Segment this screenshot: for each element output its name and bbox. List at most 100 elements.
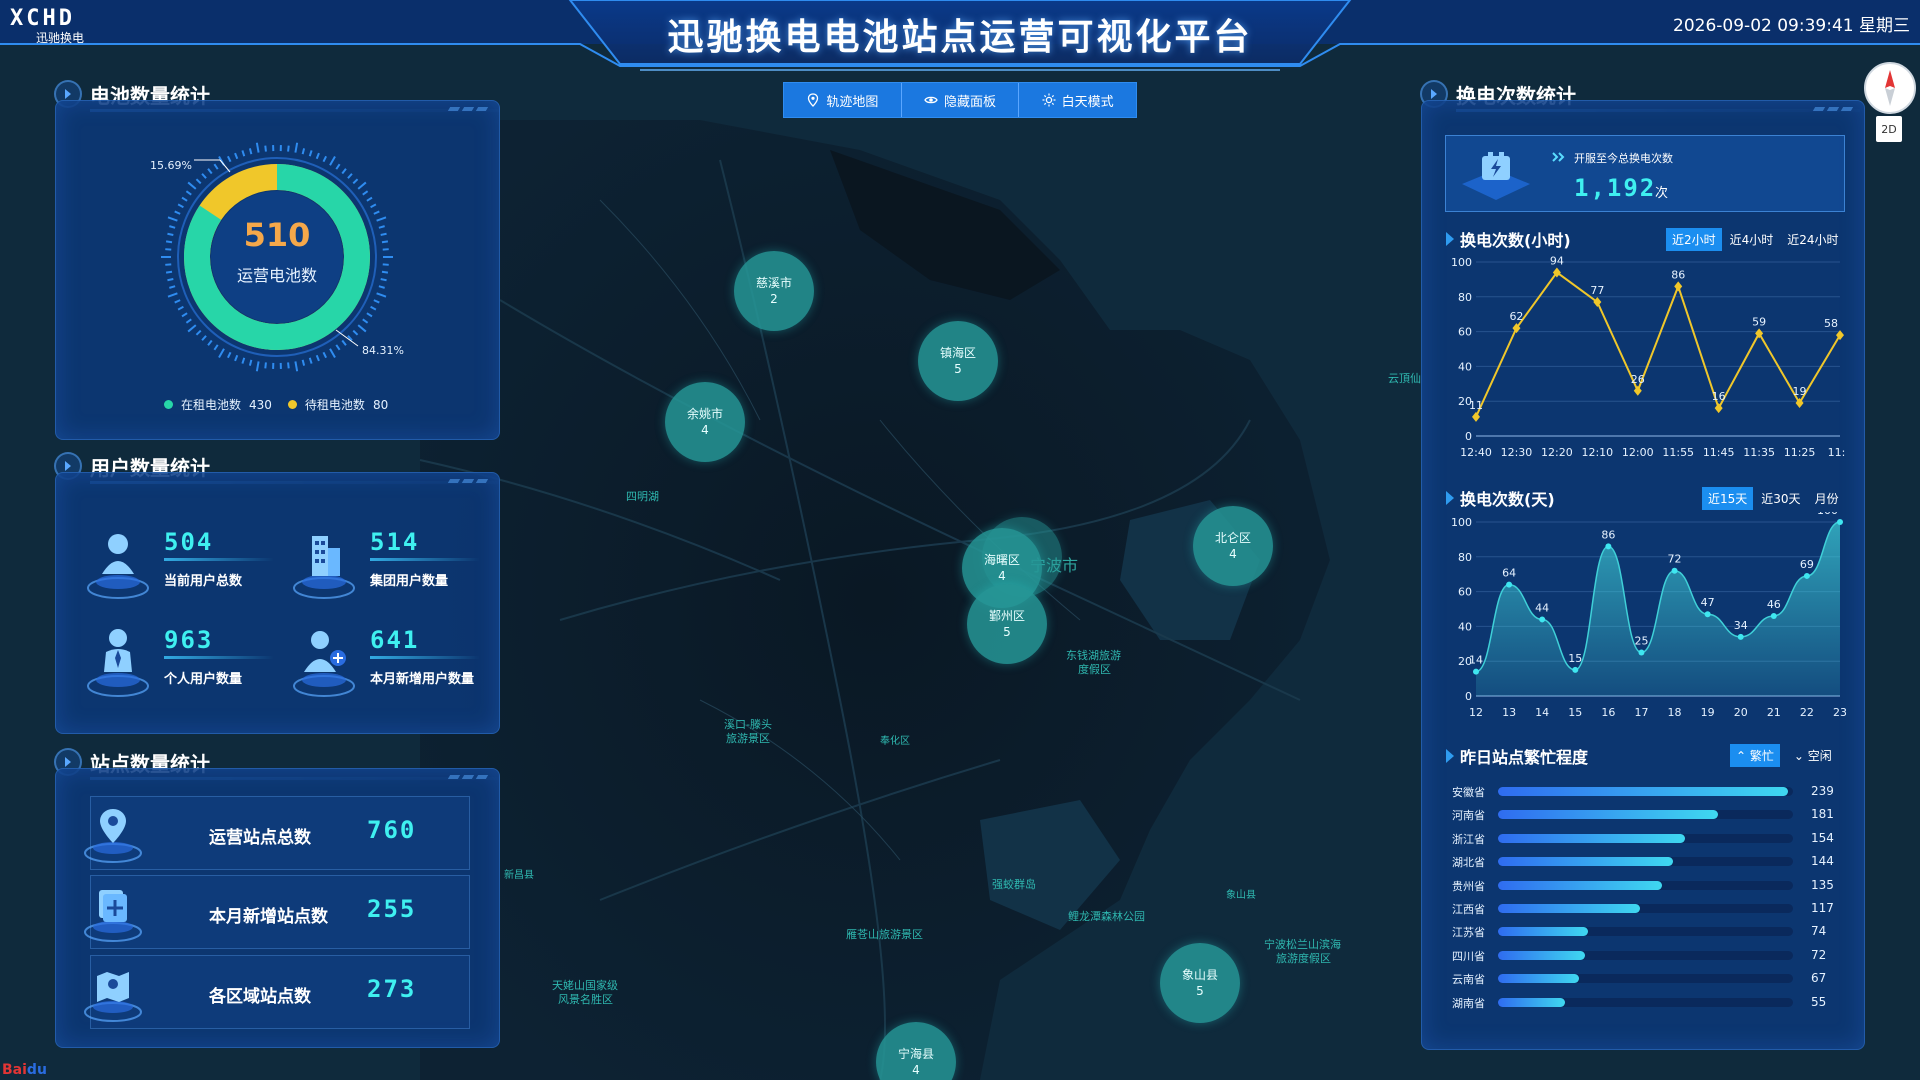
busy-province: 河南省 — [1452, 809, 1485, 823]
rented-percent: 84.31% — [362, 344, 404, 357]
data-label: 25 — [1634, 635, 1648, 648]
map-cluster[interactable]: 余姚市 4 — [665, 382, 745, 462]
data-point — [1674, 281, 1683, 292]
sort-busy-label: 繁忙 — [1749, 749, 1774, 763]
ring-tick — [341, 168, 347, 175]
map-label: 度假区 — [1078, 663, 1111, 676]
map-label: 四明湖 — [626, 490, 659, 503]
data-point — [1633, 385, 1642, 396]
data-point — [1671, 567, 1678, 574]
ring-tick — [315, 152, 320, 160]
stat-underline — [164, 656, 274, 659]
ring-tick — [255, 142, 260, 153]
ring-tick — [357, 324, 367, 333]
battery-legend: 在租电池数 430 待租电池数 80 — [164, 396, 388, 413]
busy-bar-track — [1498, 880, 1793, 890]
busy-bar — [1498, 974, 1580, 984]
map-label: 雁苍山旅游景区 — [846, 928, 923, 941]
location-pin-icon — [84, 809, 142, 863]
busy-sort-selector: ⌃ 繁忙 ⌄ 空闲 — [1730, 744, 1838, 767]
logo-sub: 迅驰换电 — [36, 31, 85, 45]
y-tick-label: 80 — [1458, 291, 1472, 304]
new-users-label: 本月新增用户数量 — [370, 672, 475, 687]
range-4h-button[interactable]: 近4小时 — [1724, 228, 1780, 251]
busy-bar-track — [1498, 974, 1793, 984]
hide-panel-label: 隐藏面板 — [944, 94, 997, 110]
page-title: 迅驰换电电池站点运营可视化平台 — [667, 17, 1253, 58]
map-pin-icon — [808, 93, 819, 107]
user-icon — [87, 534, 149, 599]
map-cluster[interactable]: 鄞州区 5 — [967, 584, 1047, 664]
ring-tick — [174, 299, 181, 304]
day-mode-button[interactable]: 白天模式 — [1019, 83, 1137, 117]
ring-tick — [195, 178, 202, 185]
site-region-label: 各区域站点数 — [209, 987, 311, 1007]
hide-panel-button[interactable]: 隐藏面板 — [901, 83, 1020, 117]
stat-underline — [164, 558, 274, 561]
data-label: 46 — [1767, 598, 1781, 611]
map-cluster[interactable]: 慈溪市 2 — [734, 251, 814, 331]
ring-tick — [329, 348, 336, 358]
busy-bar — [1498, 927, 1588, 937]
ring-tick — [227, 155, 232, 163]
personal-users-value: 963 — [164, 626, 214, 654]
y-tick-label: 60 — [1458, 326, 1472, 339]
data-point — [1638, 649, 1645, 656]
map-label: 新昌县 — [504, 870, 534, 881]
ring-tick — [234, 152, 239, 160]
track-map-button[interactable]: 轨迹地图 — [784, 83, 902, 117]
ring-tick — [218, 348, 225, 358]
range-2h-button[interactable]: 近2小时 — [1666, 228, 1722, 251]
range-15d-button[interactable]: 近15天 — [1702, 487, 1754, 510]
ring-tick — [167, 292, 178, 298]
ring-tick — [174, 210, 181, 215]
view-2d-button[interactable]: 2D — [1876, 116, 1902, 142]
busy-bar — [1498, 997, 1565, 1007]
ring-tick — [185, 190, 192, 196]
series-line — [1475, 271, 1841, 418]
pending-percent: 15.69% — [150, 159, 192, 172]
ring-tick — [248, 359, 253, 366]
busy-value: 181 — [1811, 807, 1834, 822]
map-label: 旅游度假区 — [1276, 952, 1331, 965]
ring-tick — [335, 344, 341, 351]
group-users-label: 集团用户数量 — [370, 574, 449, 589]
stat-personal-users: 963 个人用户数量 — [84, 624, 284, 704]
map-label: 旅游景区 — [726, 732, 770, 745]
compass-control[interactable] — [1864, 62, 1916, 114]
ring-tick — [177, 305, 184, 311]
panel-decoration — [447, 107, 489, 111]
range-24h-button[interactable]: 近24小时 — [1781, 228, 1844, 251]
map-cluster[interactable]: 象山县 5 — [1160, 943, 1240, 1023]
site-new-label: 本月新增站点数 — [209, 907, 328, 927]
sort-busy-button[interactable]: ⌃ 繁忙 — [1730, 744, 1780, 767]
ring-tick — [357, 181, 367, 190]
data-label: 77 — [1590, 284, 1604, 297]
section-arrow-icon — [1446, 491, 1454, 505]
data-point — [1605, 543, 1612, 550]
busy-bar-track — [1498, 857, 1793, 867]
sort-idle-button[interactable]: ⌄ 空闲 — [1788, 744, 1838, 767]
y-tick-label: 100 — [1451, 256, 1472, 269]
busy-value: 144 — [1811, 854, 1834, 869]
range-30d-button[interactable]: 近30天 — [1755, 487, 1806, 510]
ring-center-fill — [211, 191, 343, 323]
ring-tick — [370, 203, 377, 209]
ring-tick — [181, 312, 188, 318]
legend-rented-label: 在租电池数 — [181, 398, 242, 412]
data-point — [1704, 611, 1711, 618]
data-label: 100 — [1817, 512, 1838, 517]
ring-tick — [187, 181, 197, 190]
map-cluster[interactable]: 镇海区 5 — [918, 321, 998, 401]
y-tick-label: 40 — [1458, 620, 1472, 633]
busy-province: 江西省 — [1452, 903, 1485, 916]
x-tick-label: 12:00 — [1622, 446, 1654, 459]
map-cluster[interactable]: 北仑区 4 — [1193, 506, 1273, 586]
range-month-button[interactable]: 月份 — [1809, 487, 1845, 510]
hourly-title-text: 换电次数(小时) — [1460, 231, 1571, 250]
ring-tick — [347, 173, 353, 179]
eye-icon — [924, 96, 938, 104]
compass-icon — [1885, 70, 1895, 106]
ring-tick — [308, 357, 313, 364]
x-tick-label: 21 — [1767, 706, 1781, 719]
